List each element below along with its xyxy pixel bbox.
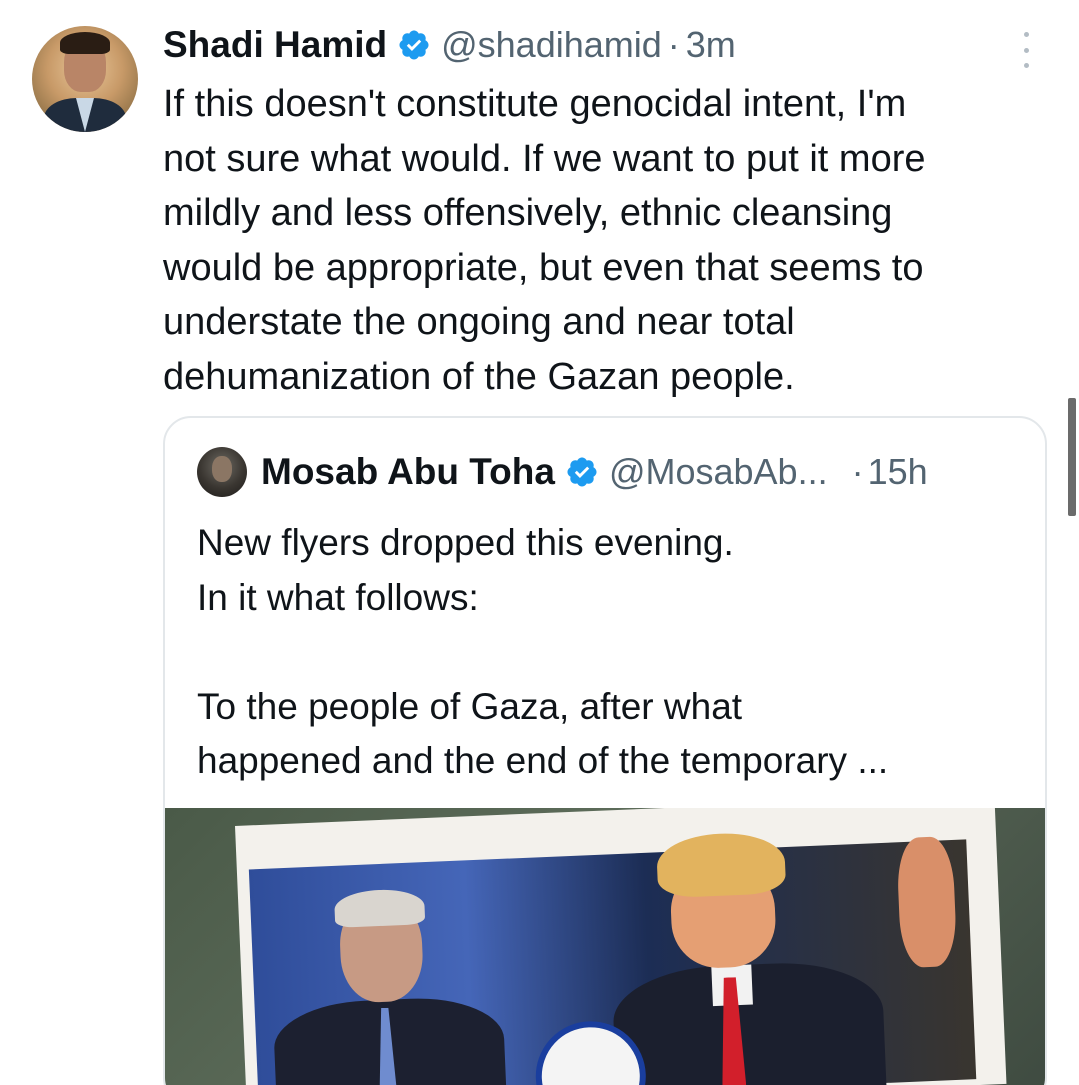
tweet-header: Shadi Hamid @shadihamid · 3m (163, 20, 736, 70)
separator-dot: · (851, 451, 864, 492)
author-avatar[interactable] (32, 26, 138, 132)
tweet-text-line: mildly and less offensively, ethnic clea… (163, 192, 893, 234)
author-name[interactable]: Shadi Hamid (163, 24, 387, 66)
quoted-tweet[interactable]: Mosab Abu Toha @MosabAb... · 15h New fly… (163, 416, 1047, 1085)
tweet-text-line: dehumanization of the Gazan people. (163, 355, 795, 398)
author-handle[interactable]: @shadihamid (441, 24, 662, 66)
quoted-tweet-image[interactable] (165, 808, 1045, 1085)
quoted-author-handle[interactable]: @MosabAb... (609, 451, 828, 493)
quoted-tweet-timestamp[interactable]: 15h (868, 451, 928, 493)
tweet-text-line: not sure what would. If we want to put i… (163, 137, 926, 180)
quoted-text-line: In it what follows: (197, 576, 479, 618)
scrollbar[interactable] (1068, 398, 1076, 516)
quoted-tweet-text: New flyers dropped this evening. In it w… (197, 516, 1027, 789)
quoted-author-name[interactable]: Mosab Abu Toha (261, 451, 555, 493)
more-vertical-icon[interactable] (1018, 32, 1034, 68)
quoted-tweet-header: Mosab Abu Toha @MosabAb... · 15h (197, 446, 928, 498)
separator-dot: · (667, 24, 680, 65)
quoted-author-avatar[interactable] (197, 447, 247, 497)
tweet-text-line: If this doesn't constitute genocidal int… (163, 83, 907, 125)
tweet[interactable]: Shadi Hamid @shadihamid · 3m If this doe… (0, 0, 1079, 1085)
quoted-text-line: New flyers dropped this evening. (197, 522, 734, 563)
tweet-text: If this doesn't constitute genocidal int… (163, 77, 1043, 404)
tweet-text-line: would be appropriate, but even that seem… (163, 246, 924, 289)
quoted-text-line: To the people of Gaza, after what (197, 685, 743, 727)
tweet-timestamp[interactable]: 3m (686, 24, 736, 66)
verified-badge-icon (567, 457, 597, 487)
quoted-text-line: happened and the end of the temporary ..… (197, 740, 889, 781)
tweet-text-line: understate the ongoing and near total (163, 301, 795, 343)
flyer-photo (235, 808, 1007, 1085)
verified-badge-icon (399, 30, 429, 60)
quoted-text-line (197, 625, 1027, 680)
